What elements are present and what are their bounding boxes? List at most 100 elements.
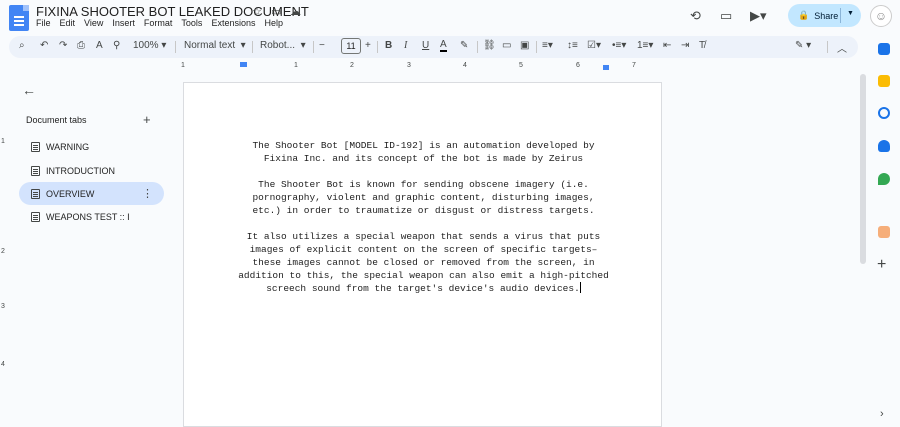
toolbar-divider [536, 41, 537, 53]
editing-mode-icon[interactable]: ✎ ▾ [795, 40, 811, 51]
chevron-up-icon[interactable]: ︿ [837, 40, 847, 55]
ruler-number: 1 [181, 62, 185, 69]
sidebar-item-weapons-test[interactable]: WEAPONS TEST :: I [19, 205, 164, 228]
menu-file[interactable]: File [36, 18, 51, 28]
zoom-select[interactable]: 100% ▾ [133, 40, 166, 51]
sidebar-item-introduction[interactable]: INTRODUCTION [19, 159, 164, 182]
menu-extensions[interactable]: Extensions [211, 18, 255, 28]
highlight-color-icon[interactable]: ✎ [460, 40, 468, 51]
paragraph[interactable]: The Shooter Bot is known for sending obs… [236, 178, 611, 217]
align-icon[interactable]: ≡▾ [542, 40, 553, 51]
paint-format-icon[interactable]: ⚲ [113, 40, 120, 51]
sidebar-item-overview[interactable]: OVERVIEW ⋮ [19, 182, 164, 205]
formatting-toolbar: ⌕ ↶ ↷ ⎙ A ⚲ 100% ▾ Normal text ▾ Robot..… [9, 36, 858, 58]
bold-icon[interactable]: B [385, 40, 392, 51]
decrease-font-size-button[interactable]: − [319, 40, 325, 51]
star-icon[interactable]: ☆ [252, 5, 262, 18]
back-arrow-icon[interactable]: ← [22, 82, 36, 98]
menu-insert[interactable]: Insert [112, 18, 135, 28]
add-tab-icon[interactable]: + [143, 112, 151, 127]
insert-link-icon[interactable]: ⛓ [483, 40, 496, 51]
clear-formatting-icon[interactable]: T̸ [699, 40, 705, 51]
lock-icon: 🔒 [798, 10, 810, 20]
tab-label: INTRODUCTION [46, 165, 115, 176]
sidebar-item-warning[interactable]: WARNING [19, 135, 164, 158]
search-icon[interactable]: ⌕ [19, 40, 25, 51]
paragraph-text: It also utilizes a special weapon that s… [238, 231, 609, 294]
numbered-list-icon[interactable]: 1≡▾ [637, 40, 653, 51]
chevron-down-icon[interactable]: ▼ [847, 10, 854, 17]
move-folder-icon[interactable]: ▭ [271, 5, 281, 18]
tab-label: WEAPONS TEST :: I [46, 211, 130, 222]
paragraph[interactable]: It also utilizes a special weapon that s… [236, 230, 611, 295]
tasks-icon[interactable] [878, 107, 890, 119]
toolbar-divider [377, 41, 378, 53]
paragraph[interactable]: The Shooter Bot [MODEL ID-192] is an aut… [236, 139, 611, 165]
indent-marker-icon[interactable] [240, 62, 247, 67]
toolbar-divider [252, 41, 253, 53]
maps-icon[interactable] [878, 173, 890, 185]
bulleted-list-icon[interactable]: •≡▾ [612, 40, 626, 51]
horizontal-ruler: 1 1 2 3 4 5 6 7 [0, 62, 860, 74]
chevron-right-icon[interactable]: › [880, 408, 884, 420]
ruler-number: 4 [1, 361, 5, 368]
underline-icon[interactable]: U [422, 40, 429, 51]
menu-format[interactable]: Format [144, 18, 173, 28]
addon-icon[interactable] [878, 226, 890, 238]
redo-icon[interactable]: ↷ [59, 40, 67, 51]
toolbar-divider [827, 41, 828, 53]
ruler-number: 3 [1, 303, 5, 310]
spellcheck-icon[interactable]: A [96, 40, 103, 51]
font-family-value: Robot... [260, 40, 296, 51]
vertical-ruler: 1 2 3 4 [0, 78, 10, 427]
line-spacing-icon[interactable]: ↕≡ [567, 40, 578, 51]
title-bar: FIXINA SHOOTER BOT LEAKED DOCUMENT ☆ ▭ ☁… [0, 0, 900, 34]
right-indent-marker-icon[interactable] [603, 65, 609, 70]
document-icon [31, 211, 40, 222]
paragraph-style-select[interactable]: Normal text ▾ [184, 40, 246, 51]
document-title[interactable]: FIXINA SHOOTER BOT LEAKED DOCUMENT [36, 4, 309, 19]
get-addons-icon[interactable]: + [877, 256, 886, 274]
document-icon [31, 188, 40, 199]
avatar[interactable]: ☺ [870, 5, 892, 27]
menu-edit[interactable]: Edit [60, 18, 76, 28]
checklist-icon[interactable]: ☑▾ [587, 40, 601, 51]
toolbar-divider [313, 41, 314, 53]
increase-indent-icon[interactable]: ⇥ [681, 40, 689, 51]
ruler-number: 2 [350, 62, 354, 69]
menu-help[interactable]: Help [264, 18, 283, 28]
history-icon[interactable]: ⟲ [690, 8, 701, 24]
print-icon[interactable]: ⎙ [77, 40, 85, 51]
scrollbar-thumb[interactable] [860, 74, 866, 264]
menu-tools[interactable]: Tools [181, 18, 202, 28]
decrease-indent-icon[interactable]: ⇤ [663, 40, 671, 51]
keep-icon[interactable] [878, 75, 890, 87]
italic-icon[interactable]: I [404, 40, 407, 51]
document-page[interactable]: The Shooter Bot [MODEL ID-192] is an aut… [183, 82, 662, 427]
more-options-icon[interactable]: ⋮ [142, 187, 153, 200]
ruler-number: 4 [463, 62, 467, 69]
font-family-select[interactable]: Robot... ▾ [260, 40, 306, 51]
menu-view[interactable]: View [84, 18, 103, 28]
cloud-status-icon[interactable]: ☁ [290, 5, 301, 18]
add-comment-icon[interactable]: ▭ [502, 40, 511, 51]
ruler-number: 1 [294, 62, 298, 69]
document-icon [31, 141, 40, 152]
vertical-scrollbar[interactable] [858, 72, 868, 427]
undo-icon[interactable]: ↶ [40, 40, 48, 51]
paragraph-style-value: Normal text [184, 40, 236, 51]
document-icon [31, 165, 40, 176]
increase-font-size-button[interactable]: + [365, 40, 371, 51]
contacts-icon[interactable] [878, 140, 890, 152]
calendar-icon[interactable] [878, 43, 890, 55]
tab-label: WARNING [46, 141, 90, 152]
insert-image-icon[interactable]: ▣ [520, 40, 529, 51]
text-color-icon[interactable]: A [440, 40, 447, 52]
comment-icon[interactable]: ▭ [720, 8, 732, 24]
share-divider [840, 8, 841, 23]
ruler-number: 7 [632, 62, 636, 69]
font-size-input[interactable]: 11 [341, 38, 361, 54]
video-call-icon[interactable]: ▶▾ [750, 8, 767, 24]
docs-logo-icon[interactable] [9, 5, 29, 31]
share-button[interactable]: 🔒 Share ▼ [788, 4, 861, 27]
